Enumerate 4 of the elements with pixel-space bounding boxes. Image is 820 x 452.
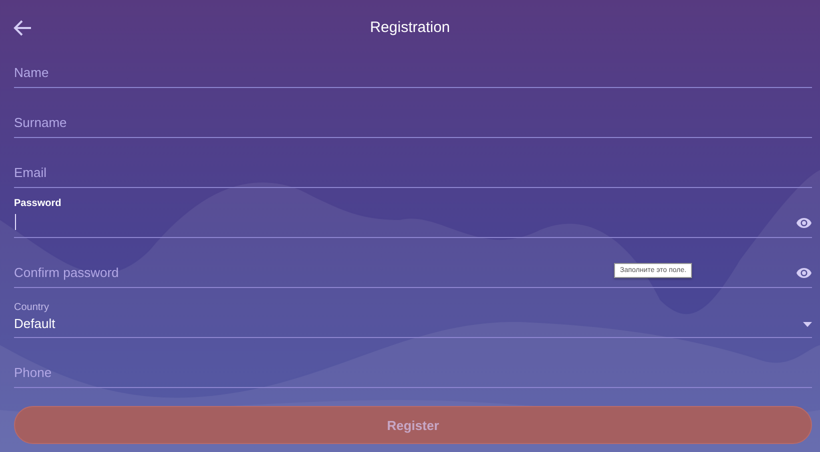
field-label: Password: [14, 198, 62, 210]
page-title: Registration: [370, 18, 450, 38]
select-value: Default: [14, 316, 56, 332]
field-label: Country: [14, 302, 50, 314]
